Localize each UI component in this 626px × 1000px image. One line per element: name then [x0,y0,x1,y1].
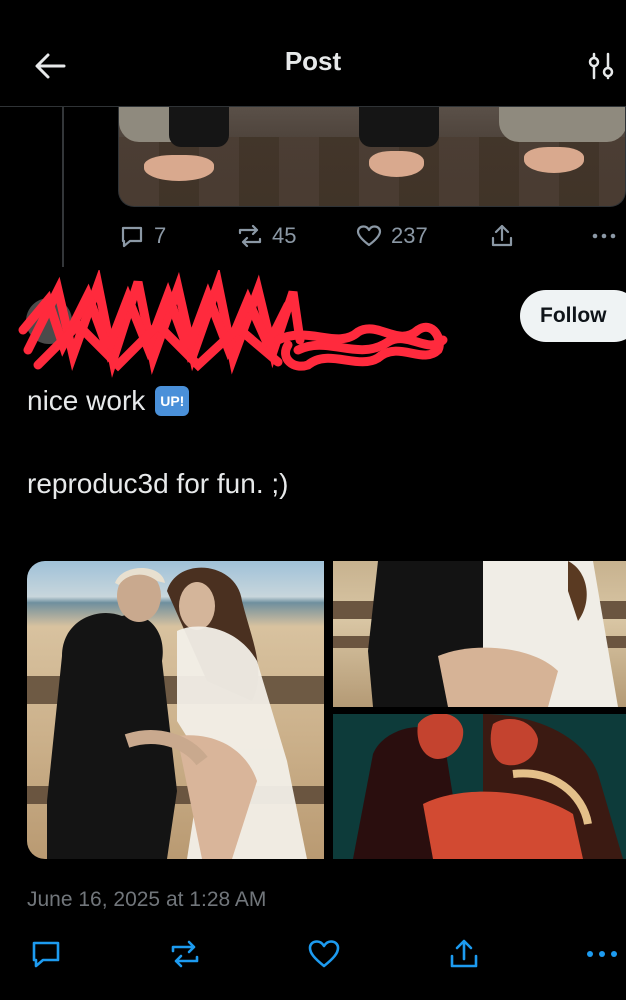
reply-button[interactable] [28,936,64,972]
image-pants-left [169,107,229,147]
media-photo-3[interactable] [333,714,626,859]
more-options-action[interactable] [590,222,618,250]
post-text-line-1: nice work UP! [27,385,190,417]
share-upload-icon [450,939,478,968]
repost-arrows-icon [238,224,262,248]
share-upload-icon [491,224,513,247]
photo-stylized-illustration [333,714,626,859]
post-text-content: nice work [27,385,146,416]
like-action[interactable]: 237 [355,222,428,250]
repost-arrows-icon [171,940,199,968]
share-button[interactable] [446,936,482,972]
up-emoji-icon: UP! [155,386,190,416]
post-text-line-2: reproduc3d for fun. ;) [27,468,289,499]
thread-connector-line [62,107,64,267]
quoted-post-image[interactable] [118,107,626,207]
image-robe-right [499,107,625,142]
more-dots-icon [592,233,616,239]
share-action[interactable] [488,222,516,250]
reply-action[interactable]: 7 [118,222,166,250]
sliders-icon [588,52,614,80]
like-count: 237 [391,223,428,248]
media-grid [27,561,626,859]
media-photo-2[interactable] [333,561,626,707]
page-title: Post [284,46,342,76]
redaction-scribble [18,270,448,378]
post-timestamp: June 16, 2025 at 1:28 AM [27,888,267,911]
photo-bench-closeup [333,561,626,707]
more-options-button[interactable] [584,936,620,972]
more-dots-icon [587,951,617,957]
image-foot [524,147,584,173]
follow-button[interactable]: Follow [520,290,626,342]
media-photo-1[interactable] [27,561,324,859]
post-action-bar [0,930,626,980]
repost-count: 45 [272,223,297,248]
heart-icon [356,225,382,247]
repost-button[interactable] [167,936,203,972]
like-button[interactable] [306,936,342,972]
image-foot [144,155,214,181]
repost-action[interactable]: 45 [236,222,296,250]
speech-bubble-icon [32,941,60,968]
image-pants-middle [359,107,439,147]
settings-button[interactable] [584,48,620,84]
image-foot [369,151,424,177]
heart-icon [308,940,340,968]
photo-couple-beach [27,567,324,859]
reply-count: 7 [154,223,167,248]
speech-bubble-icon [121,226,143,248]
top-nav-bar: Post [0,0,626,107]
